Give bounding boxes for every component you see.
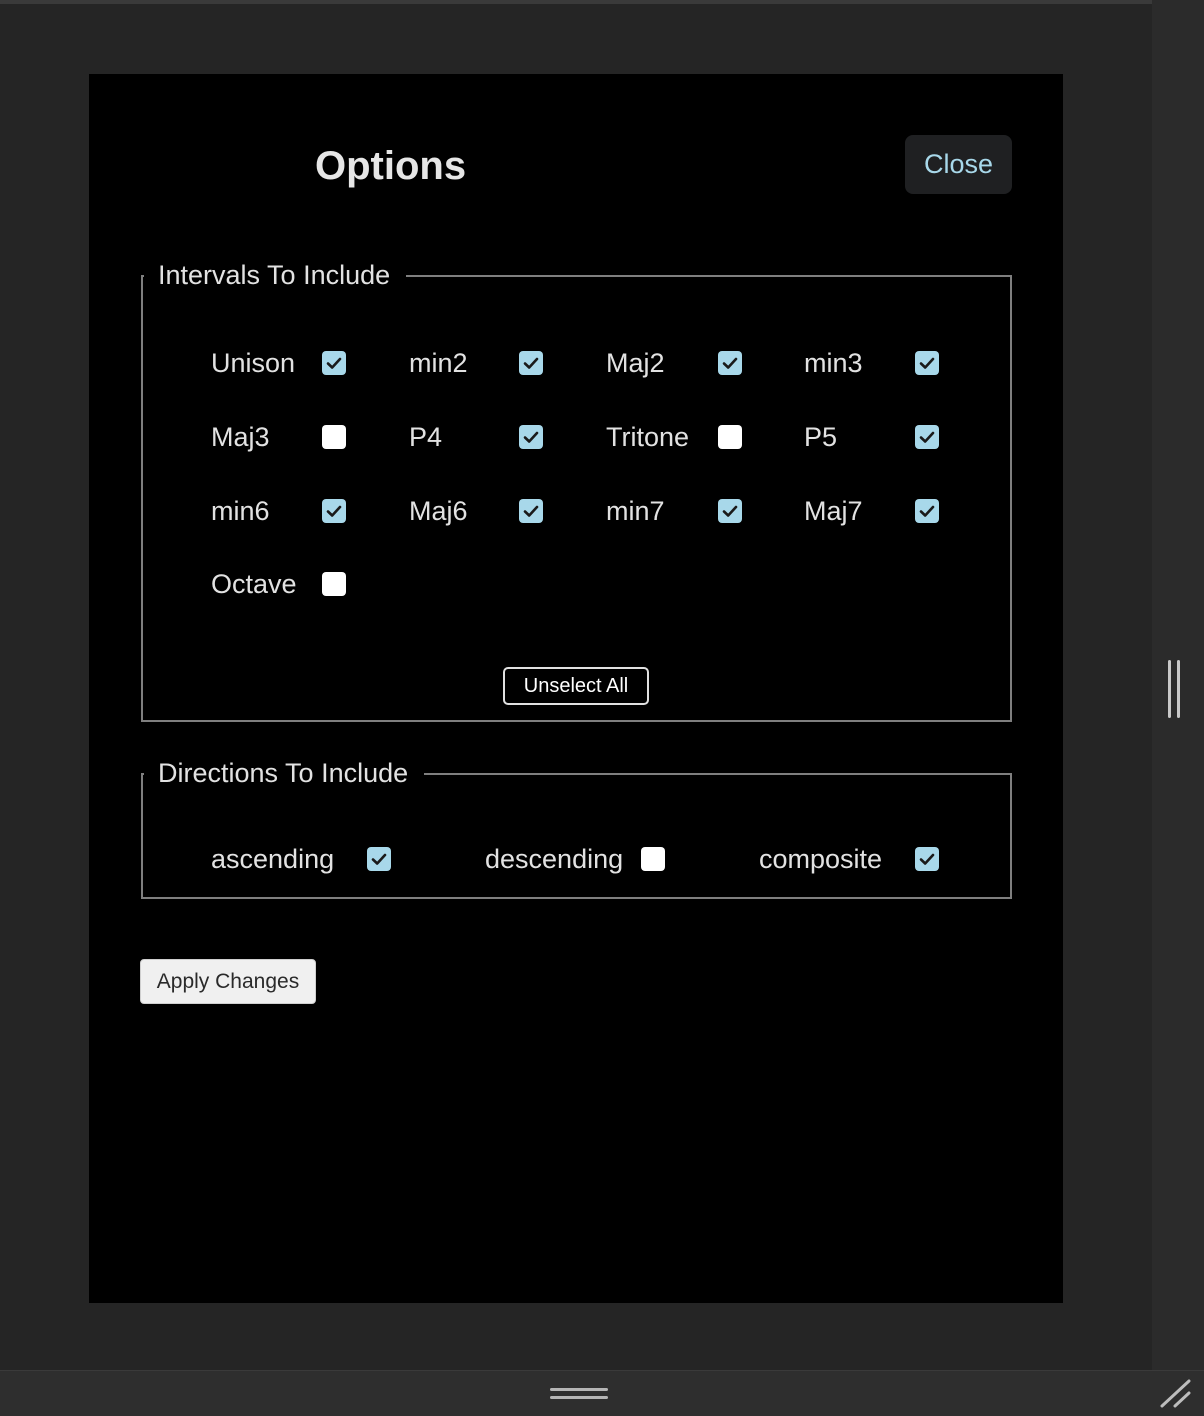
close-button[interactable]: Close xyxy=(905,135,1012,194)
intervals-label-min7: min7 xyxy=(606,496,665,526)
corner-resize-icon[interactable] xyxy=(1158,1378,1192,1408)
checkmark-icon xyxy=(371,853,387,865)
checkmark-icon xyxy=(326,505,342,517)
horizontal-resize-handle-icon[interactable] xyxy=(550,1388,608,1400)
intervals-label-tritone: Tritone xyxy=(606,422,690,452)
intervals-checkbox-maj2[interactable] xyxy=(718,351,742,375)
directions-legend: Directions To Include xyxy=(158,758,409,788)
directions-label-ascending: ascending xyxy=(211,844,335,874)
intervals-checkbox-min6[interactable] xyxy=(322,499,346,523)
page-title: Options xyxy=(315,144,467,188)
intervals-label-min6: min6 xyxy=(211,496,270,526)
directions-checkbox-composite[interactable] xyxy=(915,847,939,871)
checkmark-icon xyxy=(523,357,539,369)
intervals-checkbox-min2[interactable] xyxy=(519,351,543,375)
intervals-legend: Intervals To Include xyxy=(158,260,391,290)
directions-checkbox-ascending[interactable] xyxy=(367,847,391,871)
apply-changes-button[interactable]: Apply Changes xyxy=(140,959,316,1004)
intervals-checkbox-maj6[interactable] xyxy=(519,499,543,523)
intervals-label-p5: P5 xyxy=(804,422,838,452)
unselect-all-button[interactable]: Unselect All xyxy=(503,667,649,705)
checkmark-icon xyxy=(722,505,738,517)
intervals-checkbox-min3[interactable] xyxy=(915,351,939,375)
intervals-checkbox-maj7[interactable] xyxy=(915,499,939,523)
checkmark-icon xyxy=(722,357,738,369)
directions-label-descending: descending xyxy=(485,844,624,874)
checkmark-icon xyxy=(326,357,342,369)
intervals-fieldset: Intervals To Include Unison min2 Maj2 min3 M… xyxy=(141,260,1012,722)
intervals-checkbox-maj3[interactable] xyxy=(322,425,346,449)
directions-checkbox-descending[interactable] xyxy=(641,847,665,871)
intervals-checkbox-unison[interactable] xyxy=(322,351,346,375)
intervals-checkbox-p4[interactable] xyxy=(519,425,543,449)
intervals-label-unison: Unison xyxy=(211,348,296,378)
checkmark-icon xyxy=(919,505,935,517)
options-dialog: Options Close Intervals To Include Uniso… xyxy=(89,74,1063,1303)
checkmark-icon xyxy=(919,357,935,369)
intervals-checkbox-tritone[interactable] xyxy=(718,425,742,449)
directions-label-composite: composite xyxy=(759,844,883,874)
intervals-checkbox-p5[interactable] xyxy=(915,425,939,449)
intervals-label-p4: P4 xyxy=(409,422,443,452)
directions-fieldset: Directions To Include ascending descendin… xyxy=(141,758,1012,899)
intervals-checkbox-octave[interactable] xyxy=(322,572,346,596)
intervals-label-maj6: Maj6 xyxy=(409,496,468,526)
intervals-label-maj7: Maj7 xyxy=(804,496,863,526)
checkmark-icon xyxy=(523,505,539,517)
intervals-checkbox-min7[interactable] xyxy=(718,499,742,523)
intervals-label-maj3: Maj3 xyxy=(211,422,270,452)
intervals-label-min2: min2 xyxy=(409,348,468,378)
intervals-label-min3: min3 xyxy=(804,348,863,378)
app-window: Options Close Intervals To Include Uniso… xyxy=(0,0,1204,1416)
top-edge xyxy=(0,0,1204,4)
checkmark-icon xyxy=(523,431,539,443)
vertical-resize-handle-icon[interactable] xyxy=(1168,660,1182,718)
checkmark-icon xyxy=(919,431,935,443)
intervals-label-octave: Octave xyxy=(211,569,297,599)
checkmark-icon xyxy=(919,853,935,865)
intervals-label-maj2: Maj2 xyxy=(606,348,665,378)
